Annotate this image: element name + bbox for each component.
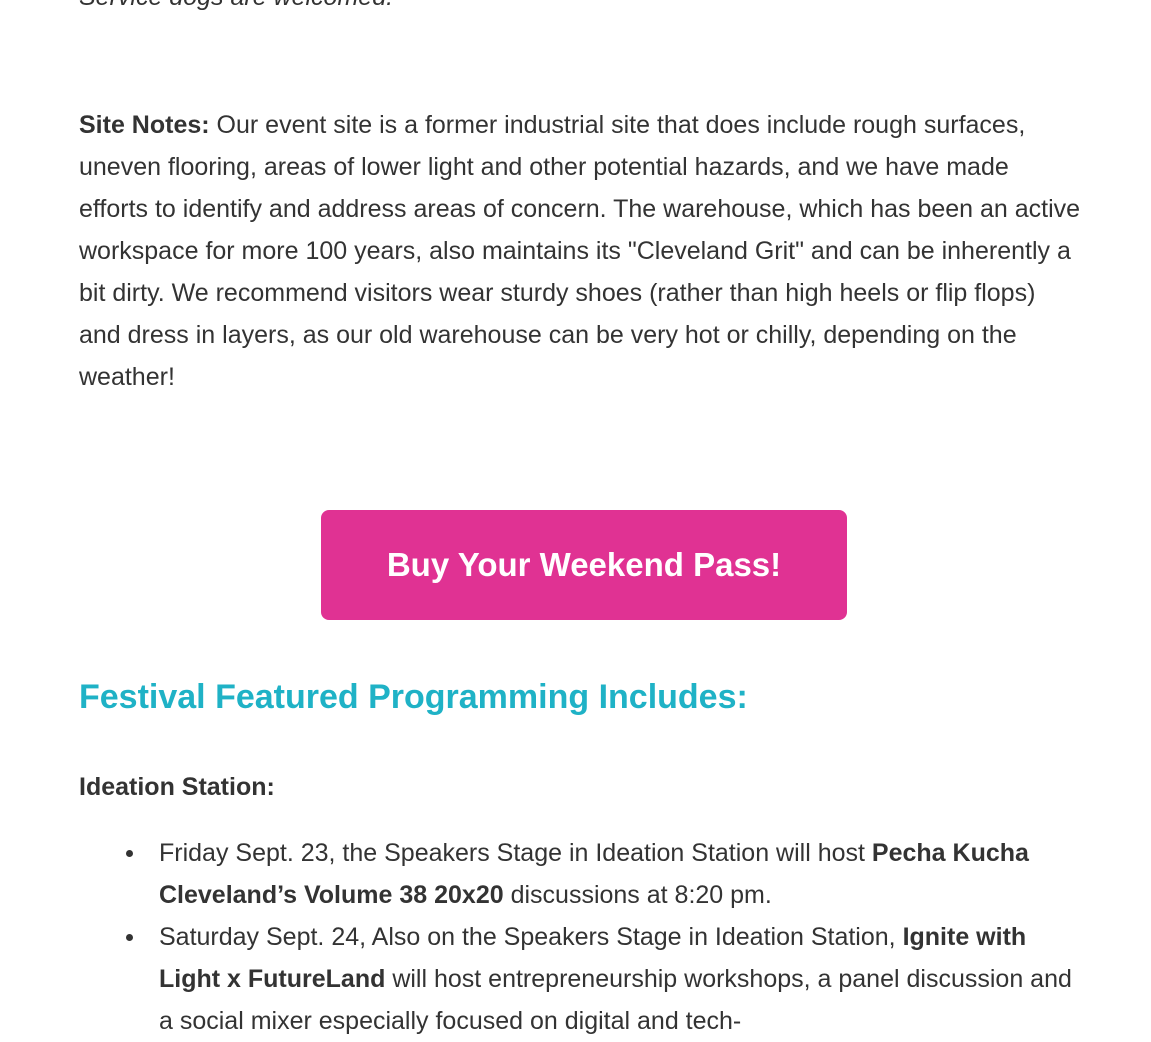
section-title: Festival Featured Programming Includes: — [79, 678, 748, 716]
program-list: Friday Sept. 23, the Speakers Stage in I… — [79, 832, 1089, 1042]
site-notes-text: Our event site is a former industrial si… — [79, 111, 1081, 391]
site-notes-label: Site Notes: — [79, 111, 210, 139]
buy-weekend-pass-button[interactable]: Buy Your Weekend Pass! — [321, 510, 847, 620]
ideation-station-title: Ideation Station: — [79, 773, 275, 801]
cta-container: Buy Your Weekend Pass! — [321, 510, 847, 620]
list-item: Saturday Sept. 24, Also on the Speakers … — [126, 916, 1089, 1042]
list-item-text-before: Saturday Sept. 24, Also on the Speakers … — [159, 923, 903, 951]
site-notes-paragraph: Site Notes: Our event site is a former i… — [79, 104, 1084, 398]
list-item: Friday Sept. 23, the Speakers Stage in I… — [126, 832, 1089, 916]
list-item-text-after: discussions at 8:20 pm. — [503, 881, 772, 909]
service-dogs-note: Service dogs are welcomed. — [79, 0, 393, 12]
bullet-icon — [126, 934, 133, 941]
bullet-icon — [126, 850, 133, 857]
list-item-text-before: Friday Sept. 23, the Speakers Stage in I… — [159, 839, 872, 867]
